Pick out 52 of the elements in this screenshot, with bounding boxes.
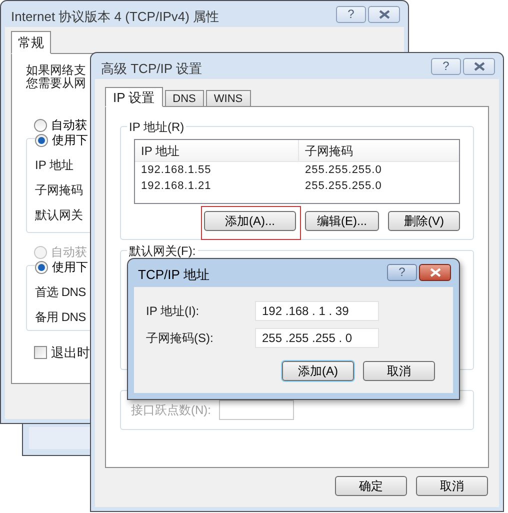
table-cell-text: 255.255.255.0: [304, 178, 383, 194]
group-title: 默认网关(F):: [127, 242, 198, 260]
tab[interactable]: DNS: [164, 90, 204, 107]
tab[interactable]: 常规: [11, 31, 51, 54]
radio-label: 使用下: [52, 259, 88, 276]
radio-button[interactable]: [34, 118, 47, 132]
radio-button[interactable]: [35, 134, 48, 146]
close-button[interactable]: [419, 264, 451, 281]
field-label: 子网掩码: [35, 182, 83, 199]
field-label: IP 地址(I):: [146, 302, 200, 320]
column-header[interactable]: IP 地址: [135, 140, 299, 161]
close-button[interactable]: [463, 58, 495, 75]
tab[interactable]: WINS: [206, 90, 251, 107]
column-header[interactable]: 子网掩码: [299, 140, 459, 161]
button[interactable]: 确定: [335, 476, 407, 496]
checkbox-label: 退出时: [51, 344, 90, 362]
help-button[interactable]: ?: [336, 6, 366, 23]
intro-text: 您需要从网: [26, 77, 86, 90]
input-field[interactable]: 255 .255 .255 . 0: [255, 328, 379, 348]
intro-text: 如果网络支: [26, 64, 86, 77]
close-icon: [378, 10, 390, 19]
tab[interactable]: IP 设置: [105, 87, 163, 107]
table-cell-text: 192.168.1.21: [140, 178, 212, 194]
field-label: 接口跃点数(N):: [131, 402, 211, 419]
help-button[interactable]: ?: [387, 264, 417, 281]
field-label: 首选 DNS: [35, 284, 86, 301]
window-title: Internet 协议版本 4 (TCP/IPv4) 属性: [11, 8, 220, 26]
checkbox[interactable]: [34, 346, 47, 360]
radio-label: 自动获: [51, 244, 87, 261]
close-icon: [474, 62, 484, 71]
button[interactable]: 取消: [363, 361, 435, 381]
button[interactable]: 编辑(E)...: [305, 211, 379, 231]
window-title: TCP/IP 地址: [138, 266, 210, 284]
button[interactable]: 添加(A)...: [204, 211, 296, 231]
table-cell-text: 192.168.1.55: [140, 162, 212, 178]
radio-label: 使用下: [52, 132, 88, 149]
radio-label: 自动获: [51, 117, 87, 134]
close-button[interactable]: [368, 6, 400, 23]
button[interactable]: 添加(A): [282, 361, 354, 381]
button[interactable]: 取消: [416, 476, 488, 496]
close-icon: [430, 268, 440, 277]
table-cell-text: 255.255.255.0: [304, 162, 383, 178]
field-label: IP 地址: [35, 157, 74, 174]
radio-button[interactable]: [35, 260, 48, 274]
input-field[interactable]: 192 .168 . 1 . 39: [255, 300, 379, 320]
window-title: 高级 TCP/IP 设置: [101, 60, 202, 78]
field-label: 默认网关: [35, 207, 83, 224]
button[interactable]: 删除(V): [388, 211, 460, 231]
field-label: 备用 DNS: [35, 309, 86, 326]
field-label: 子网掩码(S):: [146, 330, 214, 346]
group-title: IP 地址(R): [127, 118, 186, 136]
help-button[interactable]: ?: [431, 58, 461, 75]
